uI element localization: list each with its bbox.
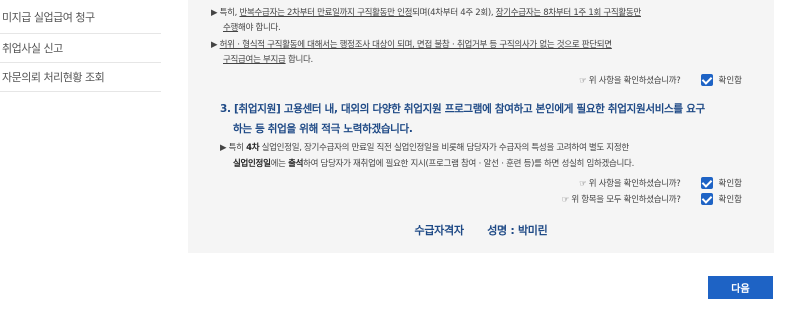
section3-confirm-label[interactable]: 확인함 — [719, 177, 742, 189]
section3-note: ▶ 특히 4차 실업인정일, 장기수급자의 만료일 직전 실업인정일을 비롯해 … — [220, 143, 629, 153]
section2-confirm-row: ☞ 위 사항을 확인하셨습니까? 확인함 — [579, 74, 742, 86]
section3-note-cont: 실업인정일에는 출석하여 담당자가 재취업에 필요한 지시(프로그램 참여ㆍ알선… — [233, 159, 634, 169]
sidebar-item-label: 미지급 실업급여 청구 — [2, 10, 95, 24]
section2-confirm-label[interactable]: 확인함 — [719, 74, 742, 86]
sidebar-item-label: 자문의뢰 처리현황 조회 — [2, 71, 105, 84]
sidebar-item-consultation-status[interactable]: 자문의뢰 처리현황 조회 — [0, 63, 161, 92]
all-confirm-checkbox[interactable] — [700, 193, 713, 205]
all-confirm-question: ☞ 위 항목을 모두 확인하셨습니까? — [561, 195, 681, 205]
sidebar-menu: 미지급 실업급여 청구 취업사실 신고 자문의뢰 처리현황 조회 — [0, 0, 161, 92]
false-activity-note: ▶ 허위ㆍ형식적 구직활동에 대해서는 행정조사 대상이 되며, 면접 불참ㆍ취… — [211, 40, 612, 50]
signature-line: 수급자격자 성명 : 박미린 — [188, 222, 774, 238]
section2-confirm-question: ☞ 위 사항을 확인하셨습니까? — [579, 76, 681, 86]
section2-confirm-checkbox[interactable] — [700, 74, 713, 86]
repeat-recipient-note: ▶ 특히, 반복수급자는 2차부터 만료일까지 구직활동만 인정되며(4차부터 … — [211, 8, 641, 18]
section3-confirm-checkbox[interactable] — [700, 177, 713, 189]
pledge-content-panel: ▶ 특히, 반복수급자는 2차부터 만료일까지 구직활동만 인정되며(4차부터 … — [188, 0, 774, 253]
sidebar-item-employment-report[interactable]: 취업사실 신고 — [0, 34, 161, 63]
signature-name: 성명 : 박미린 — [487, 224, 548, 237]
all-confirm-label[interactable]: 확인함 — [719, 193, 742, 205]
false-activity-note-cont: 구직급여는 부지급 합니다. — [223, 55, 313, 65]
section3-confirm-row: ☞ 위 사항을 확인하셨습니까? 확인함 — [579, 177, 742, 189]
section3-heading-line1: 3. [취업지원] 고용센터 내, 대외의 다양한 취업지원 프로그램에 참여하… — [220, 103, 705, 115]
all-confirm-row: ☞ 위 항목을 모두 확인하셨습니까? 확인함 — [562, 193, 742, 205]
next-button[interactable]: 다음 — [708, 276, 773, 299]
signature-role: 수급자격자 — [414, 224, 464, 237]
sidebar-item-label: 취업사실 신고 — [2, 42, 63, 55]
section3-confirm-question: ☞ 위 사항을 확인하셨습니까? — [579, 179, 681, 189]
section3-heading-line2: 하는 등 취업을 위해 적극 노력하겠습니다. — [233, 123, 413, 135]
repeat-recipient-note-cont: 수행해야 합니다. — [223, 23, 281, 33]
sidebar-item-unpaid-benefit-claim[interactable]: 미지급 실업급여 청구 — [0, 0, 161, 34]
